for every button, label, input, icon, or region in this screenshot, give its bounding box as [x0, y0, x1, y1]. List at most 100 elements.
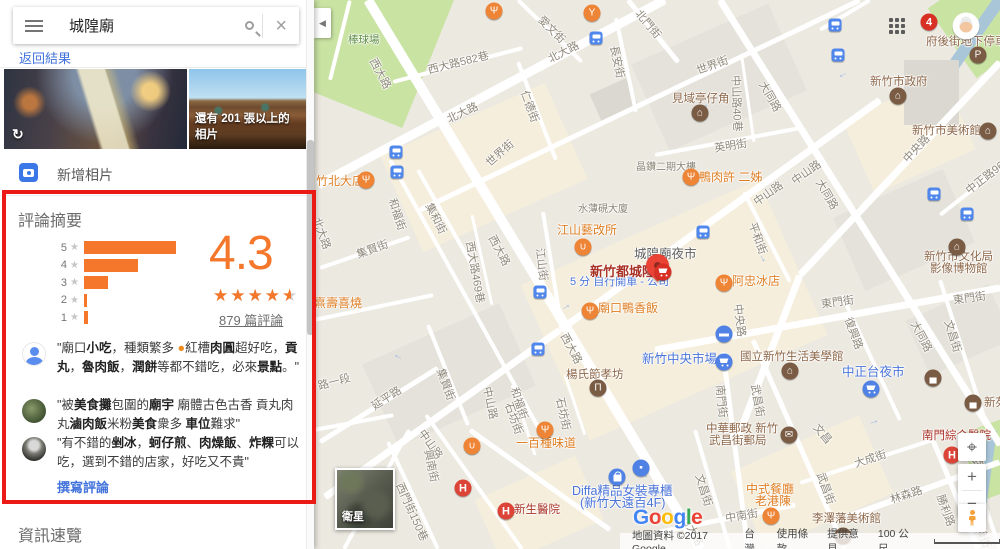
market-poi-icon[interactable]: [862, 380, 880, 398]
map-label: 林森路: [888, 484, 925, 507]
attribution-text: 地圖資料 ©2017 Google: [632, 529, 709, 549]
map-label: 中正路96巷: [963, 152, 1000, 197]
pegman-button[interactable]: [958, 504, 986, 532]
collapse-panel-button[interactable]: ◀: [314, 8, 331, 38]
histogram-row[interactable]: 4 ★: [57, 258, 207, 272]
info-glance-heading: 資訊速覽: [18, 528, 83, 545]
histogram-star-count: 2: [60, 294, 67, 306]
restaurant-poi-icon[interactable]: [357, 171, 375, 189]
civic-poi-icon[interactable]: [948, 238, 966, 256]
bus-stop-icon[interactable]: [927, 187, 941, 201]
restaurant-poi-icon[interactable]: [485, 2, 503, 20]
parking-poi-icon[interactable]: [969, 46, 987, 64]
reviewer-avatar: [22, 437, 46, 461]
place-photo-more[interactable]: 還有 201 張以上的相片: [189, 69, 306, 149]
map-label[interactable]: 老港陳: [755, 492, 791, 509]
restaurant-poi-icon[interactable]: [715, 274, 733, 292]
bus-stop-icon[interactable]: [531, 342, 545, 356]
map-label[interactable]: 鴨肉許 二姊: [699, 168, 762, 185]
civic-poi-icon[interactable]: [889, 87, 907, 105]
notification-badge[interactable]: 4: [920, 13, 938, 31]
satellite-label: 衛星: [342, 511, 364, 523]
cafe-poi-icon[interactable]: [463, 437, 481, 455]
place-photo-main[interactable]: ↻: [4, 69, 187, 149]
map-label[interactable]: 新竹中央市場: [642, 348, 717, 367]
map-label[interactable]: 李澤藩美術館: [812, 510, 881, 526]
civic-poi-icon[interactable]: [691, 104, 709, 122]
map-label: 長安街: [607, 44, 626, 80]
attribution-text: 台灣: [744, 528, 755, 549]
bus-stop-icon[interactable]: [589, 31, 603, 45]
map-label[interactable]: 江山藝改所: [557, 221, 617, 238]
histogram-row[interactable]: 2 ★: [57, 293, 207, 307]
hospital-poi-icon[interactable]: [454, 479, 472, 497]
histogram-bar: [83, 276, 108, 289]
google-logo[interactable]: Google: [633, 506, 703, 530]
hospital-poi-icon[interactable]: [497, 502, 515, 520]
search-box[interactable]: 城隍廟 ×: [13, 7, 299, 44]
zoom-in-button[interactable]: +: [958, 464, 986, 490]
map-label[interactable]: 武昌街郵局: [709, 432, 767, 448]
civic-poi-icon[interactable]: [979, 122, 997, 140]
menu-icon[interactable]: [25, 19, 43, 22]
restaurant-poi-icon[interactable]: [762, 507, 780, 525]
map-label[interactable]: 新苑: [984, 394, 1000, 410]
bus-stop-icon[interactable]: [390, 165, 404, 179]
map-label[interactable]: 新竹市美術館: [912, 122, 981, 138]
back-to-results-link[interactable]: 返回結果: [19, 48, 71, 67]
shopping-poi-icon[interactable]: [608, 468, 626, 486]
histogram-row[interactable]: 5 ★: [57, 241, 207, 254]
apps-grid-icon[interactable]: [888, 17, 906, 35]
cafe-poi-icon[interactable]: [574, 238, 592, 256]
restaurant-poi-icon[interactable]: [536, 421, 554, 439]
map-label[interactable]: 影像博物館: [930, 260, 988, 276]
map-label[interactable]: 熹壽喜燒: [314, 294, 362, 311]
bus-stop-icon[interactable]: [960, 207, 974, 221]
bus-stop-icon[interactable]: [696, 225, 710, 239]
map-label[interactable]: 國立新竹生活美學館: [740, 348, 844, 364]
stars-filled: ★★★★★: [213, 286, 291, 305]
search-input[interactable]: 城隍廟: [69, 15, 245, 36]
map-label[interactable]: 廟口鴨香飯: [598, 299, 658, 316]
google-logo-letter: o: [661, 506, 674, 529]
selected-market-icon[interactable]: [654, 263, 672, 281]
map-label: 水薄硯大廈: [578, 204, 628, 215]
restaurant-poi-icon[interactable]: [682, 168, 700, 186]
write-review-link[interactable]: 撰寫評論: [57, 477, 109, 496]
map-label[interactable]: 新生醫院: [514, 501, 560, 517]
add-photo-row[interactable]: 新增相片: [0, 149, 306, 196]
bus-stop-icon[interactable]: [831, 48, 845, 62]
atm-poi-icon[interactable]: [715, 325, 733, 343]
restaurant-poi-icon[interactable]: [581, 302, 599, 320]
close-icon[interactable]: ×: [263, 16, 299, 36]
review-summary-heading: 評論摘要: [18, 213, 83, 230]
post-office-poi-icon[interactable]: [780, 426, 798, 444]
bus-stop-icon[interactable]: [828, 18, 842, 32]
histogram-row[interactable]: 1 ★: [57, 311, 207, 324]
map-label[interactable]: 中正台夜市: [842, 361, 905, 380]
monument-poi-icon[interactable]: [589, 379, 607, 397]
store-poi-icon[interactable]: [632, 459, 650, 477]
hotel-poi-icon[interactable]: [924, 369, 942, 387]
market-poi-icon[interactable]: [715, 353, 733, 371]
bus-stop-icon[interactable]: [389, 145, 403, 159]
contributor-avatar[interactable]: [952, 12, 980, 40]
bar-poi-icon[interactable]: [583, 4, 601, 22]
satellite-toggle-thumbnail[interactable]: 衛星: [335, 468, 395, 530]
map-canvas[interactable]: →→→→→→→ 西大路西大路582巷北大路北大路北大路世界街世界街英明街北門街長…: [314, 0, 1000, 549]
scrollbar-thumb[interactable]: [306, 140, 314, 335]
my-location-button[interactable]: ⌖: [958, 433, 986, 461]
map-label[interactable]: 阿忠冰店: [732, 272, 780, 289]
attribution-link[interactable]: 使用條款: [777, 526, 814, 549]
sidebar-scrollbar[interactable]: [306, 0, 314, 549]
bus-stop-icon[interactable]: [533, 285, 547, 299]
review-count-link[interactable]: 879 篇評論: [219, 310, 283, 329]
histogram-row[interactable]: 3 ★: [57, 276, 207, 289]
hotel-poi-icon[interactable]: [964, 394, 982, 412]
google-logo-letter: e: [691, 506, 703, 529]
google-logo-letter: g: [673, 506, 687, 529]
civic-poi-icon[interactable]: [781, 362, 799, 380]
search-icon[interactable]: [245, 21, 255, 30]
road-segment: [314, 413, 394, 432]
attribution-link[interactable]: 提供意見: [827, 526, 864, 549]
